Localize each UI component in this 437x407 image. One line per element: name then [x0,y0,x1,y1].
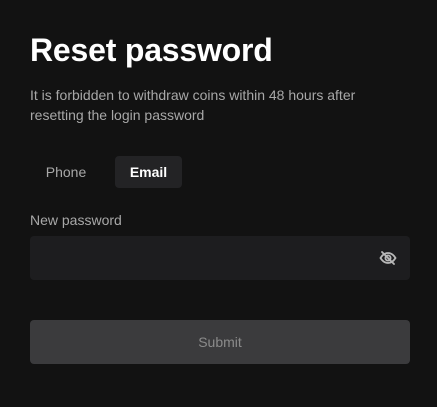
reset-password-panel: Reset password It is forbidden to withdr… [0,0,437,407]
new-password-input[interactable] [30,236,360,280]
new-password-field [30,236,410,280]
password-visibility-toggle[interactable] [378,248,398,268]
tab-email[interactable]: Email [115,156,182,188]
new-password-label: New password [30,212,122,228]
submit-button[interactable]: Submit [30,320,410,364]
tab-phone[interactable]: Phone [30,156,102,188]
eye-off-icon [379,251,397,265]
page-title: Reset password [30,32,273,68]
reset-warning-text: It is forbidden to withdraw coins within… [30,87,356,123]
reset-method-tabs: Phone Email [30,156,182,188]
